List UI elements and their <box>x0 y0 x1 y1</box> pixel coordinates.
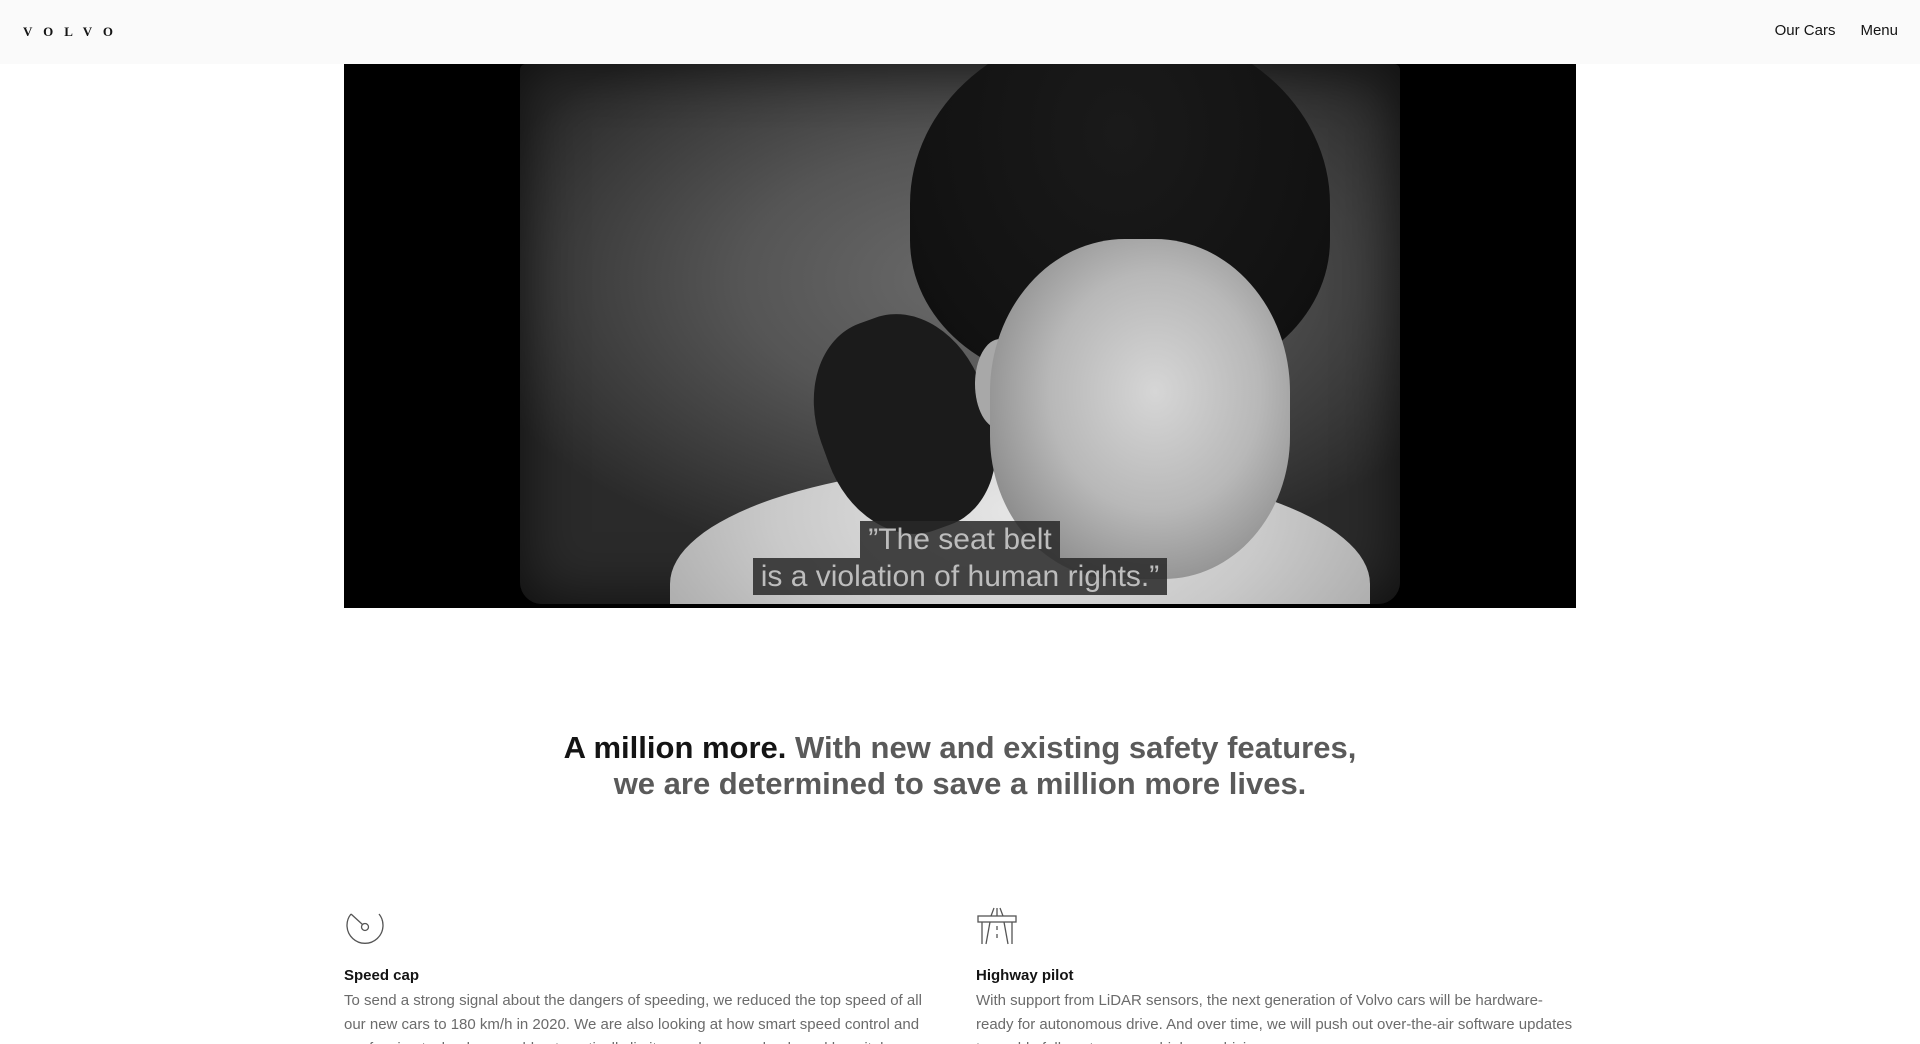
feature-highway-pilot: Highway pilot With support from LiDAR se… <box>976 906 1576 1044</box>
highway-icon <box>977 907 1017 945</box>
top-navigation-bar: VOLVO Our Cars Menu <box>0 0 1920 64</box>
feature-title: Highway pilot <box>976 967 1074 984</box>
intro-headline: A million more. With new and existing sa… <box>560 730 1360 802</box>
volvo-logo[interactable]: VOLVO <box>23 24 124 40</box>
feature-description: To send a strong signal about the danger… <box>344 992 922 1044</box>
intro-lead: A million more. <box>563 730 787 765</box>
nav-menu-button[interactable]: Menu <box>1860 22 1898 39</box>
feature-description: With support from LiDAR sensors, the nex… <box>976 992 1573 1044</box>
video-player[interactable]: ”The seat belt is a violation of human r… <box>344 64 1576 608</box>
video-subtitle: ”The seat belt is a violation of human r… <box>344 521 1576 595</box>
feature-title: Speed cap <box>344 967 420 984</box>
nav-our-cars-link[interactable]: Our Cars <box>1775 22 1836 39</box>
speedometer-icon <box>346 913 384 944</box>
header-nav: Our Cars Menu <box>1775 22 1898 39</box>
video-subtitle-line-2: is a violation of human rights.” <box>752 558 1168 595</box>
video-subtitle-line-1: ”The seat belt <box>860 521 1060 558</box>
feature-speed-cap: Speed cap To send a strong signal about … <box>344 906 944 1044</box>
